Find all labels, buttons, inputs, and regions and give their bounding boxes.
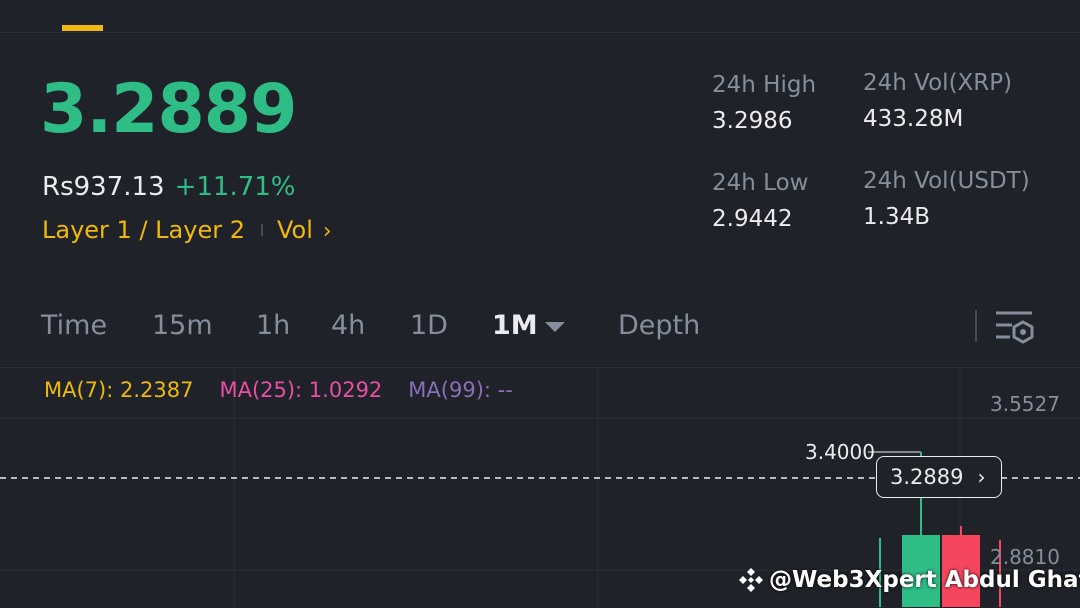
ma99-label: MA(99): -- (408, 378, 513, 402)
high-marker-label: 3.4000 (805, 440, 875, 464)
moving-average-legend: MA(7): 2.2387 MA(25): 1.0292 MA(99): -- (44, 378, 513, 402)
chart-canvas (0, 368, 1080, 607)
watermark-text: @Web3Xpert Abdul Ghaf... (769, 567, 1080, 593)
binance-logo-icon (739, 568, 763, 592)
watermark: @Web3Xpert Abdul Ghaf... (737, 566, 1080, 594)
chevron-right-icon: › (977, 465, 986, 489)
price-axis-label: 3.5527 (990, 392, 1060, 416)
current-price-tag[interactable]: 3.2889 › (876, 456, 1002, 498)
ma25-label: MA(25): 1.0292 (219, 378, 383, 402)
ma7-label: MA(7): 2.2387 (44, 378, 194, 402)
current-price-value: 3.2889 (890, 465, 964, 489)
